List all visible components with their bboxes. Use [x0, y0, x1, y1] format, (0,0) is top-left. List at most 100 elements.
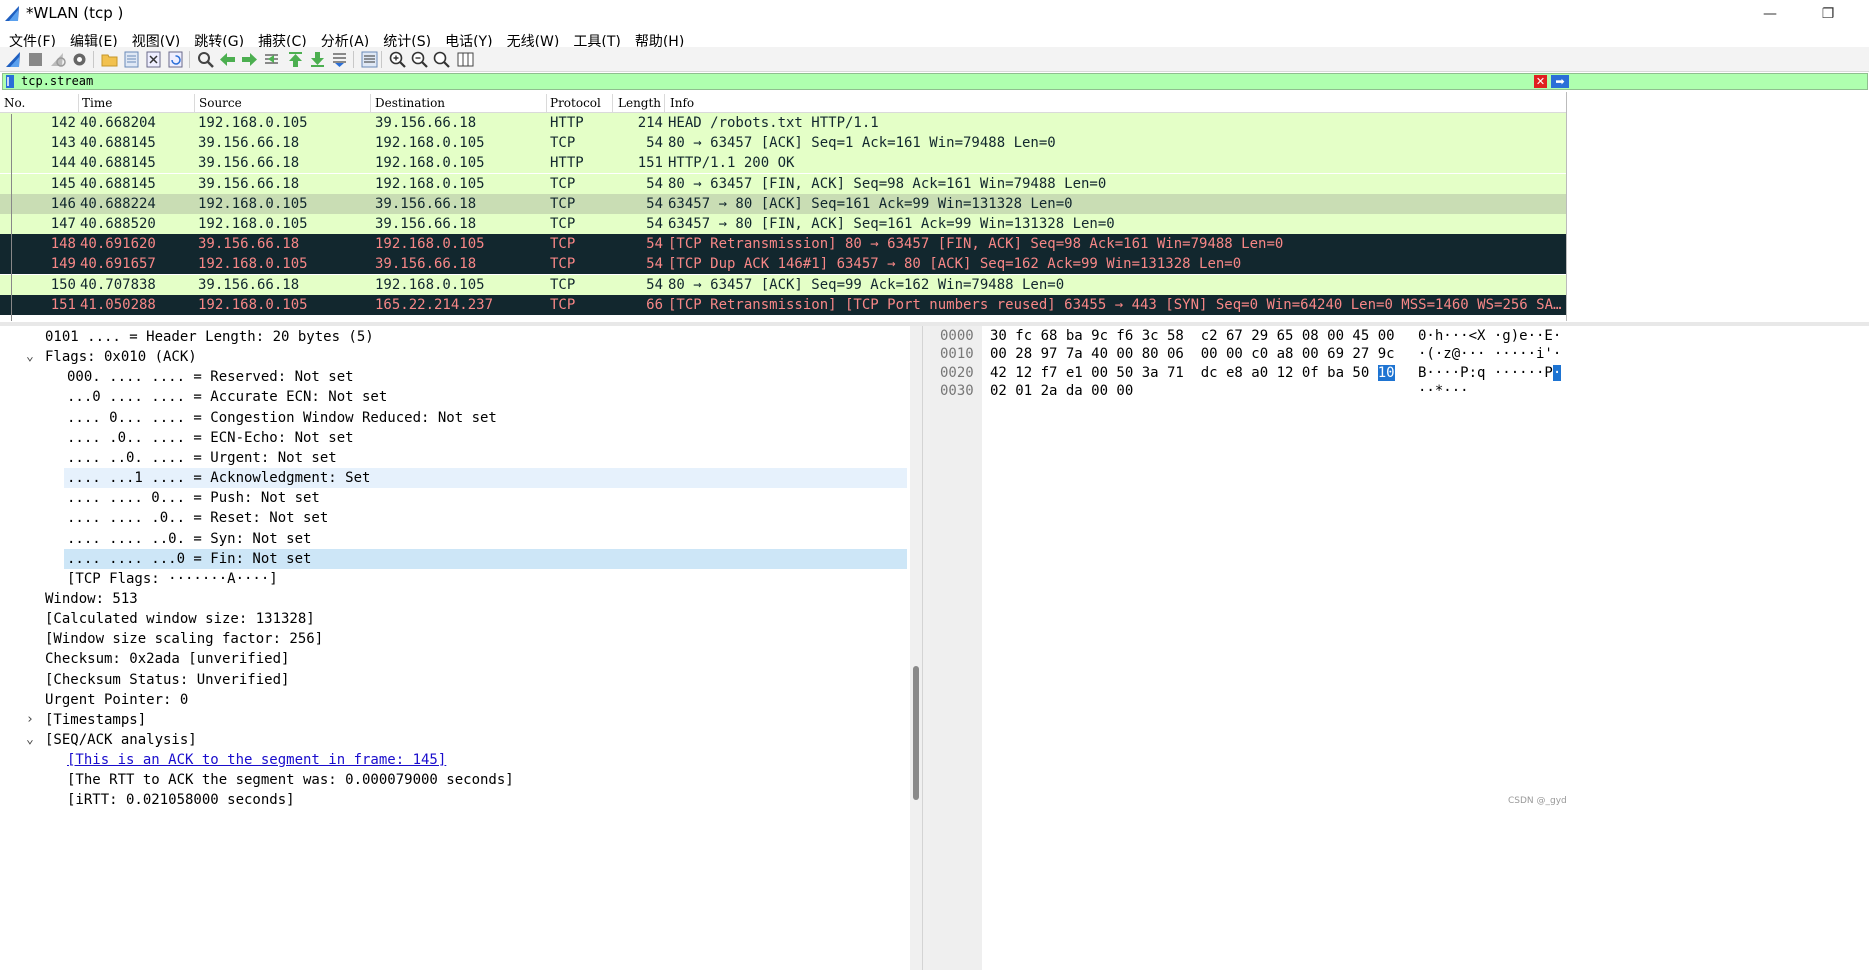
ascii-column[interactable]: 0·h···<X ·g)e··E·	[1418, 327, 1561, 345]
col-header-info[interactable]: Info	[670, 96, 694, 110]
col-header-protocol[interactable]: Protocol	[550, 96, 601, 110]
resize-columns-icon[interactable]	[456, 50, 475, 69]
apply-filter-icon[interactable]: ➡	[1551, 75, 1569, 88]
first-packet-icon[interactable]	[286, 50, 305, 69]
column-divider[interactable]	[664, 94, 665, 112]
last-packet-icon[interactable]	[308, 50, 327, 69]
ascii-bytes[interactable]: 0·h···<X ·g)e··E·	[1418, 328, 1561, 344]
col-header-length[interactable]: Length	[618, 96, 661, 110]
packet-row[interactable]: 151 41.050288 192.168.0.105 165.22.214.237 T…	[0, 294, 1566, 315]
packet-row[interactable]: 147 40.688520 192.168.0.105 39.156.66.18 TCP…	[0, 214, 1566, 234]
collapse-arrow-icon[interactable]: ⌄	[26, 347, 34, 367]
shark-fin-start-icon[interactable]	[4, 50, 23, 69]
hex-bytes[interactable]: 42 12 f7 e1 00 50 3a 71 dc e8 a0 12 0f b…	[990, 365, 1378, 381]
zoom-in-icon[interactable]	[388, 50, 407, 69]
selected-ascii-byte[interactable]: ·	[1552, 364, 1562, 381]
packet-row[interactable]: 145 40.688145 39.156.66.18 192.168.0.105 TCP…	[0, 173, 1566, 194]
ascii-bytes[interactable]: ··*···	[1418, 383, 1469, 399]
details-field-line[interactable]: .... ...1 .... = Acknowledgment: Set	[64, 468, 907, 489]
find-icon[interactable]	[196, 50, 215, 69]
details-field-line[interactable]: Window: 513	[0, 589, 908, 609]
details-field-line[interactable]: .... 0... .... = Congestion Window Reduc…	[0, 408, 908, 428]
details-field-line[interactable]: .... .... 0... = Push: Not set	[0, 488, 908, 508]
details-field-line[interactable]: .... .0.. .... = ECN-Echo: Not set	[0, 428, 908, 448]
ascii-column[interactable]: ··*···	[1418, 382, 1469, 400]
colorize-icon[interactable]	[360, 50, 379, 69]
packet-row[interactable]: 149 40.691657 192.168.0.105 39.156.66.18 TCP…	[0, 254, 1566, 275]
col-header-source[interactable]: Source	[199, 96, 242, 110]
normal-size-icon[interactable]	[432, 50, 451, 69]
details-field-line[interactable]: 0101 .... = Header Length: 20 bytes (5)	[0, 327, 908, 347]
restore-button[interactable]: ❐	[1805, 0, 1851, 27]
col-header-no[interactable]: No.	[4, 96, 25, 110]
details-scrollbar[interactable]	[910, 326, 922, 970]
details-field-line[interactable]: 000. .... .... = Reserved: Not set	[0, 367, 908, 387]
column-divider[interactable]	[370, 94, 371, 112]
details-field-line[interactable]: [iRTT: 0.021058000 seconds]	[0, 790, 908, 810]
hex-bytes[interactable]: 30 fc 68 ba 9c f6 3c 58 c2 67 29 65 08 0…	[990, 328, 1395, 344]
column-divider[interactable]	[78, 94, 79, 112]
details-field-line[interactable]: .... .... ...0 = Fin: Not set	[64, 548, 907, 569]
details-line-text[interactable]: [This is an ACK to the segment in frame:…	[67, 750, 446, 770]
details-field-line[interactable]: .... .... ..0. = Syn: Not set	[0, 529, 908, 549]
column-divider[interactable]	[546, 94, 547, 112]
hex-column[interactable]: 02 01 2a da 00 00	[990, 382, 1133, 400]
packet-row[interactable]: 150 40.707838 39.156.66.18 192.168.0.105 TCP…	[0, 274, 1566, 295]
ascii-column[interactable]: B····P:q ······P·	[1418, 364, 1562, 382]
details-scrollbar-thumb[interactable]	[913, 666, 919, 800]
packet-row[interactable]: 144 40.688145 39.156.66.18 192.168.0.105 HTT…	[0, 153, 1566, 174]
go-back-icon[interactable]	[218, 50, 237, 69]
restart-icon[interactable]	[48, 50, 67, 69]
zoom-out-icon[interactable]	[410, 50, 429, 69]
save-file-icon[interactable]	[122, 50, 141, 69]
details-field-line[interactable]: .... .... .0.. = Reset: Not set	[0, 508, 908, 528]
bytes-row[interactable]: 0030 02 01 2a da 00 00 ··*···	[930, 382, 1869, 400]
details-link-line[interactable]: [This is an ACK to the segment in frame:…	[0, 750, 908, 770]
options-gear-icon[interactable]	[70, 50, 89, 69]
details-field-line[interactable]: .... ..0. .... = Urgent: Not set	[0, 448, 908, 468]
autoscroll-icon[interactable]	[330, 50, 349, 69]
details-field-line[interactable]: [Window size scaling factor: 256]	[0, 629, 908, 649]
go-forward-icon[interactable]	[240, 50, 259, 69]
expand-arrow-icon[interactable]: ›	[26, 710, 34, 730]
collapse-arrow-icon[interactable]: ⌄	[26, 730, 34, 750]
bytes-row[interactable]: 0000 30 fc 68 ba 9c f6 3c 58 c2 67 29 65 …	[930, 327, 1869, 345]
open-folder-icon[interactable]	[100, 50, 119, 69]
go-to-packet-icon[interactable]	[262, 50, 281, 69]
stop-icon[interactable]	[26, 50, 45, 69]
column-divider[interactable]	[612, 94, 613, 112]
details-field-line[interactable]: [Calculated window size: 131328]	[0, 609, 908, 629]
details-field-line[interactable]: ...0 .... .... = Accurate ECN: Not set	[0, 387, 908, 407]
minimize-button[interactable]: —	[1747, 0, 1793, 27]
details-tree-node[interactable]: ⌄ Flags: 0x010 (ACK)	[0, 347, 908, 367]
reload-icon[interactable]	[166, 50, 185, 69]
packet-row[interactable]: 146 40.688224 192.168.0.105 39.156.66.18 TCP…	[0, 193, 1566, 214]
display-filter-input[interactable]: tcp.stream	[21, 74, 93, 89]
col-header-destination[interactable]: Destination	[375, 96, 445, 110]
details-tree-node[interactable]: › [Timestamps]	[0, 710, 908, 730]
bookmark-icon[interactable]	[5, 75, 15, 88]
hex-column[interactable]: 42 12 f7 e1 00 50 3a 71 dc e8 a0 12 0f b…	[990, 364, 1395, 382]
details-field-line[interactable]: Checksum: 0x2ada [unverified]	[0, 649, 908, 669]
ascii-column[interactable]: ·(·z@··· ·····i'·	[1418, 345, 1561, 363]
hex-bytes[interactable]: 02 01 2a da 00 00	[990, 383, 1133, 399]
col-header-time[interactable]: Time	[82, 96, 112, 110]
hex-bytes[interactable]: 00 28 97 7a 40 00 80 06 00 00 c0 a8 00 6…	[990, 346, 1395, 362]
clear-filter-icon[interactable]: ✕	[1534, 75, 1547, 88]
details-tree-node[interactable]: ⌄ [SEQ/ACK analysis]	[0, 730, 908, 750]
hex-column[interactable]: 30 fc 68 ba 9c f6 3c 58 c2 67 29 65 08 0…	[990, 327, 1395, 345]
packet-row[interactable]: 148 40.691620 39.156.66.18 192.168.0.105 TCP…	[0, 234, 1566, 255]
details-field-line[interactable]: [The RTT to ACK the segment was: 0.00007…	[0, 770, 908, 790]
selected-hex-byte[interactable]: 10	[1377, 364, 1395, 381]
details-field-line[interactable]: Urgent Pointer: 0	[0, 690, 908, 710]
details-field-line[interactable]: [TCP Flags: ·······A····]	[0, 569, 908, 589]
close-file-icon[interactable]	[144, 50, 163, 69]
ascii-bytes[interactable]: ·(·z@··· ·····i'·	[1418, 346, 1561, 362]
hex-column[interactable]: 00 28 97 7a 40 00 80 06 00 00 c0 a8 00 6…	[990, 345, 1395, 363]
vertical-splitter[interactable]	[922, 326, 930, 970]
packet-row[interactable]: 142 40.668204 192.168.0.105 39.156.66.18 HTT…	[0, 113, 1566, 133]
display-filter-bar[interactable]: tcp.stream ✕ ➡	[2, 73, 1868, 90]
ascii-bytes[interactable]: B····P:q ······P	[1418, 365, 1553, 381]
bytes-row[interactable]: 0020 42 12 f7 e1 00 50 3a 71 dc e8 a0 12 …	[930, 364, 1869, 382]
bytes-row[interactable]: 0010 00 28 97 7a 40 00 80 06 00 00 c0 a8 …	[930, 345, 1869, 363]
